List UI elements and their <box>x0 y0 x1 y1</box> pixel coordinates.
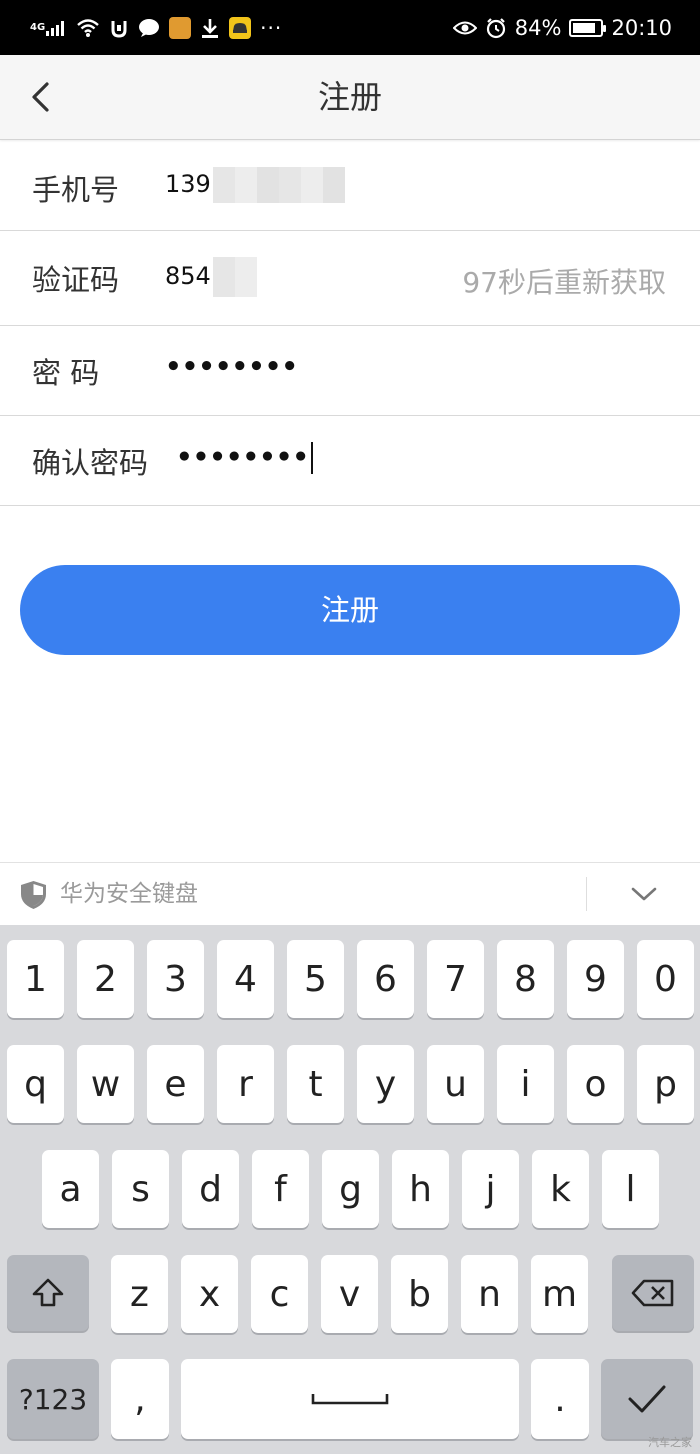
key-3[interactable]: 3 <box>147 940 204 1018</box>
key-s[interactable]: s <box>112 1150 169 1228</box>
key-b[interactable]: b <box>391 1255 448 1333</box>
back-button[interactable] <box>20 73 60 121</box>
phone-field[interactable]: 139 <box>165 167 345 203</box>
key-e[interactable]: e <box>147 1045 204 1123</box>
watermark: 汽车之家 <box>648 1436 692 1449</box>
page-title: 注册 <box>317 78 382 116</box>
key-z[interactable]: z <box>111 1255 168 1333</box>
period-key[interactable]: . <box>531 1359 589 1439</box>
wifi-icon <box>76 18 100 38</box>
key-8[interactable]: 8 <box>497 940 554 1018</box>
key-u[interactable]: u <box>427 1045 484 1123</box>
checkmark-icon <box>628 1385 666 1413</box>
battery-icon <box>569 18 607 37</box>
key-0[interactable]: 0 <box>637 940 694 1018</box>
comma-key[interactable]: , <box>111 1359 169 1439</box>
shift-key[interactable] <box>7 1255 89 1331</box>
backspace-key[interactable] <box>612 1255 694 1331</box>
key-x[interactable]: x <box>181 1255 238 1333</box>
text-cursor <box>310 442 313 474</box>
key-m[interactable]: m <box>531 1255 588 1333</box>
confirm-password-field[interactable]: •••••••• <box>176 442 313 474</box>
car-app-icon <box>229 16 252 39</box>
register-button[interactable]: 注册 <box>20 565 680 655</box>
download-icon <box>200 17 220 39</box>
masked-digits <box>212 257 257 297</box>
password-field[interactable]: •••••••• <box>165 352 298 382</box>
key-y[interactable]: y <box>357 1045 414 1123</box>
masked-digits <box>212 167 345 203</box>
key-1[interactable]: 1 <box>7 940 64 1018</box>
chevron-down-icon <box>631 887 657 901</box>
key-h[interactable]: h <box>392 1150 449 1228</box>
clock: 20:10 <box>611 15 672 40</box>
key-d[interactable]: d <box>182 1150 239 1228</box>
symbols-key[interactable]: ?123 <box>7 1359 99 1439</box>
shift-arrow-icon <box>32 1278 64 1307</box>
key-l[interactable]: l <box>602 1150 659 1228</box>
app-icon <box>169 16 192 39</box>
phone-value: 139 <box>165 170 211 198</box>
shield-icon <box>21 881 46 909</box>
alarm-icon <box>485 17 507 39</box>
key-t[interactable]: t <box>287 1045 344 1123</box>
code-value: 854 <box>165 262 211 290</box>
eye-comfort-icon <box>452 20 477 36</box>
key-q[interactable]: q <box>7 1045 64 1123</box>
key-n[interactable]: n <box>461 1255 518 1333</box>
resend-countdown[interactable]: 97秒后重新获取 <box>462 261 666 301</box>
key-i[interactable]: i <box>497 1045 554 1123</box>
key-9[interactable]: 9 <box>567 940 624 1018</box>
confirm-password-value: •••••••• <box>176 442 309 473</box>
code-field[interactable]: 854 <box>165 257 257 297</box>
battery-percent: 84% <box>514 15 562 40</box>
alarm-app-icon <box>109 18 129 38</box>
keyboard-title: 华为安全键盘 <box>60 881 198 907</box>
space-key[interactable] <box>181 1359 519 1439</box>
chevron-left-icon <box>32 82 49 112</box>
key-f[interactable]: f <box>252 1150 309 1228</box>
keyboard-collapse-button[interactable] <box>620 877 668 911</box>
key-6[interactable]: 6 <box>357 940 414 1018</box>
key-j[interactable]: j <box>462 1150 519 1228</box>
key-o[interactable]: o <box>567 1045 624 1123</box>
key-7[interactable]: 7 <box>427 940 484 1018</box>
password-row: 密 码 •••••••• <box>0 326 700 416</box>
nav-bar: 注册 <box>0 55 700 140</box>
key-5[interactable]: 5 <box>287 940 344 1018</box>
status-bar: 4G ··· 84% 20:10 <box>0 0 700 55</box>
network-type: 4G <box>30 21 46 33</box>
confirm-password-row: 确认密码 •••••••• <box>0 416 700 506</box>
phone-label: 手机号 <box>32 173 120 207</box>
code-row: 验证码 854 97秒后重新获取 <box>0 231 700 326</box>
space-bar-icon <box>311 1394 389 1405</box>
key-k[interactable]: k <box>532 1150 589 1228</box>
key-g[interactable]: g <box>322 1150 379 1228</box>
phone-row: 手机号 139 <box>0 141 700 231</box>
confirm-password-label: 确认密码 <box>32 446 149 480</box>
keyboard-header: 华为安全键盘 <box>0 862 700 925</box>
key-a[interactable]: a <box>42 1150 99 1228</box>
keyboard: ?123 , . 1234567890 qwertyuiop asdfghjkl zx… <box>0 925 700 1454</box>
divider <box>586 877 587 911</box>
chat-icon <box>138 18 160 38</box>
key-v[interactable]: v <box>321 1255 378 1333</box>
backspace-icon <box>631 1279 674 1307</box>
signal-icon: 4G <box>30 19 67 37</box>
key-w[interactable]: w <box>77 1045 134 1123</box>
key-2[interactable]: 2 <box>77 940 134 1018</box>
key-p[interactable]: p <box>637 1045 694 1123</box>
more-dots-icon: ··· <box>260 15 283 40</box>
key-r[interactable]: r <box>217 1045 274 1123</box>
code-label: 验证码 <box>32 263 120 297</box>
key-4[interactable]: 4 <box>217 940 274 1018</box>
key-c[interactable]: c <box>251 1255 308 1333</box>
done-key[interactable] <box>601 1359 693 1439</box>
password-label: 密 码 <box>32 356 100 390</box>
